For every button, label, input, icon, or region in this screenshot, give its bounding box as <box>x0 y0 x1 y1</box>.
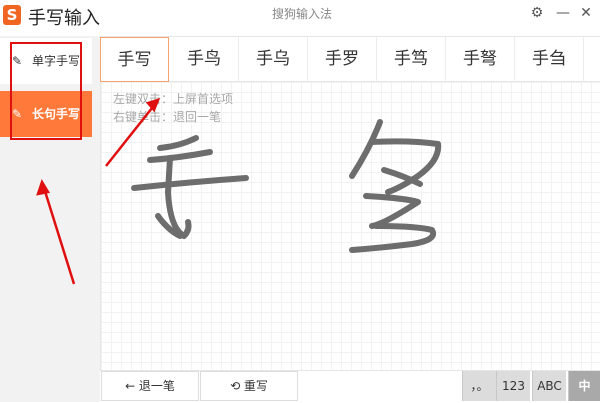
long-sentence-mode-button[interactable]: ✎ 长句手写 <box>0 91 92 137</box>
pencil-icon: ✎ <box>12 54 23 68</box>
chinese-mode-button[interactable]: 中 <box>568 371 600 401</box>
hint-double-click: 左键双击：上屏首选项 <box>113 92 234 106</box>
candidate-4[interactable]: 手罗 <box>308 37 377 82</box>
sogou-logo-icon: S <box>3 5 21 25</box>
long-sentence-mode-label: 长句手写 <box>32 107 81 121</box>
candidate-7[interactable]: 手刍 <box>515 37 584 82</box>
candidate-6[interactable]: 手弩 <box>446 37 515 82</box>
rewrite-button[interactable]: ⟲ 重写 <box>200 371 298 401</box>
bottom-toolbar: ← 退一笔 ⟲ 重写 ，。 123 ABC 中 <box>100 370 600 403</box>
app-title: 手写输入 <box>28 8 100 29</box>
number-mode-button[interactable]: 123 <box>496 371 530 401</box>
minimize-icon[interactable]: — <box>553 4 573 22</box>
candidate-2[interactable]: 手鸟 <box>170 37 239 82</box>
ime-name: 搜狗输入法 <box>272 7 333 21</box>
candidate-5[interactable]: 手笃 <box>377 37 446 82</box>
punctuation-button[interactable]: ，。 <box>462 371 496 401</box>
candidate-bar: 手写 手鸟 手乌 手罗 手笃 手弩 手刍 <box>100 36 600 82</box>
handwriting-board[interactable]: 左键双击：上屏首选项 右键单击：退回一笔 <box>100 82 600 370</box>
mode-sidebar: ✎ 单字手写 ✎ 长句手写 <box>0 36 100 402</box>
abc-mode-button[interactable]: ABC <box>532 371 566 401</box>
candidate-3[interactable]: 手乌 <box>239 37 308 82</box>
single-char-mode-label: 单字手写 <box>32 54 81 68</box>
pencil-icon: ✎ <box>12 107 23 121</box>
single-char-mode-button[interactable]: ✎ 单字手写 <box>0 38 92 84</box>
gear-icon[interactable]: ⚙ <box>527 4 547 22</box>
title-bar: S 手写输入 搜狗输入法 ⚙ — ✕ <box>0 0 600 36</box>
undo-stroke-button[interactable]: ← 退一笔 <box>101 371 199 401</box>
candidate-1[interactable]: 手写 <box>100 37 169 82</box>
hint-right-click: 右键单击：退回一笔 <box>113 110 222 124</box>
close-icon[interactable]: ✕ <box>576 4 596 22</box>
